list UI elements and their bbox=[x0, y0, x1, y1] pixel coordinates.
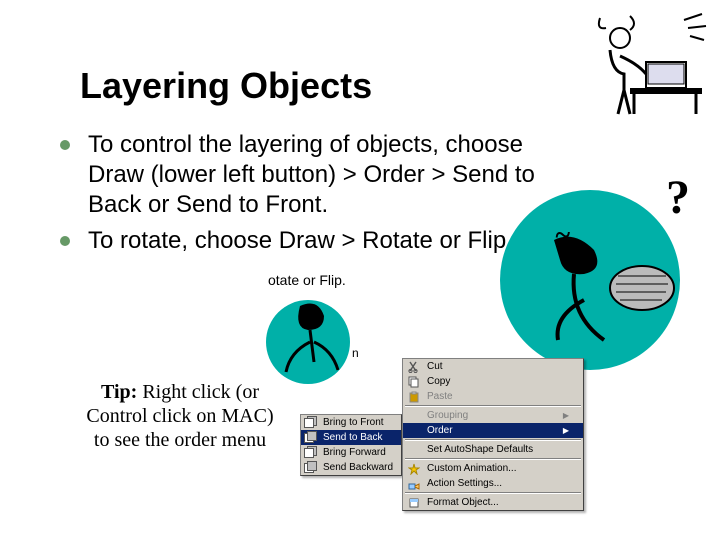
tip-text: Tip: Right click (or Control click on MA… bbox=[80, 380, 280, 452]
menu-item-send-to-back[interactable]: Send to Back bbox=[301, 430, 401, 445]
menu-item-label: Order bbox=[427, 425, 453, 436]
clipart-figure-small bbox=[270, 292, 360, 392]
tip-label: Tip: bbox=[101, 381, 137, 403]
menu-item-set-autoshape-defaults[interactable]: Set AutoShape Defaults bbox=[403, 442, 583, 457]
menu-item-label: Format Object... bbox=[427, 497, 499, 508]
menu-item-copy[interactable]: Copy bbox=[403, 374, 583, 389]
send-backward-icon bbox=[304, 461, 318, 473]
menu-item-custom-animation[interactable]: Custom Animation... bbox=[403, 461, 583, 476]
format-object-icon bbox=[407, 497, 421, 509]
cut-icon bbox=[407, 361, 421, 373]
clipart-figure bbox=[534, 230, 684, 370]
menu-item-cut[interactable]: Cut bbox=[403, 359, 583, 374]
menu-item-label: Action Settings... bbox=[427, 478, 502, 489]
bullet-item: To control the layering of objects, choo… bbox=[60, 130, 580, 220]
clipart-scribble: ? bbox=[666, 170, 690, 225]
person-at-desk-clipart bbox=[590, 10, 710, 115]
copy-icon bbox=[407, 376, 421, 388]
menu-item-label: Paste bbox=[427, 391, 453, 402]
menu-item-label: Bring Forward bbox=[323, 447, 386, 458]
menu-item-bring-to-front[interactable]: Bring to Front bbox=[301, 415, 401, 430]
menu-item-label: Custom Animation... bbox=[427, 463, 516, 474]
menu-item-format-object[interactable]: Format Object... bbox=[403, 495, 583, 510]
send-to-back-icon bbox=[304, 431, 318, 443]
menu-item-label: Set AutoShape Defaults bbox=[427, 444, 533, 455]
caption-fragment-n: n bbox=[352, 346, 359, 360]
menu-item-label: Cut bbox=[427, 361, 443, 372]
bullet-text: To rotate, choose Draw > Rotate or Flip. bbox=[88, 226, 513, 256]
menu-item-grouping[interactable]: Grouping ▶ bbox=[403, 408, 583, 423]
menu-item-bring-forward[interactable]: Bring Forward bbox=[301, 445, 401, 460]
menu-item-label: Send to Back bbox=[323, 432, 382, 443]
menu-item-label: Bring to Front bbox=[323, 417, 384, 428]
menu-item-label: Copy bbox=[427, 376, 450, 387]
bullet-dot-icon bbox=[60, 236, 70, 246]
menu-separator bbox=[405, 439, 581, 441]
menu-separator bbox=[405, 458, 581, 460]
order-submenu[interactable]: Bring to Front Send to Back Bring Forwar… bbox=[300, 414, 402, 476]
slide-title: Layering Objects bbox=[80, 65, 372, 107]
menu-item-send-backward[interactable]: Send Backward bbox=[301, 460, 401, 475]
menu-separator bbox=[405, 405, 581, 407]
custom-animation-icon bbox=[407, 463, 421, 475]
action-settings-icon bbox=[407, 478, 421, 490]
submenu-arrow-icon: ▶ bbox=[563, 411, 569, 420]
bring-forward-icon bbox=[304, 446, 318, 458]
bullet-item: To rotate, choose Draw > Rotate or Flip. bbox=[60, 226, 580, 256]
bullet-list: To control the layering of objects, choo… bbox=[60, 130, 580, 262]
menu-item-label: Grouping bbox=[427, 410, 468, 421]
caption-fragment: otate or Flip. bbox=[268, 272, 346, 288]
bullet-text: To control the layering of objects, choo… bbox=[88, 130, 580, 220]
menu-item-action-settings[interactable]: Action Settings... bbox=[403, 476, 583, 491]
paste-icon bbox=[407, 391, 421, 403]
bring-to-front-icon bbox=[304, 416, 318, 428]
menu-separator bbox=[405, 492, 581, 494]
submenu-arrow-icon: ▶ bbox=[563, 426, 569, 435]
bullet-dot-icon bbox=[60, 140, 70, 150]
menu-item-label: Send Backward bbox=[323, 462, 393, 473]
menu-item-paste[interactable]: Paste bbox=[403, 389, 583, 404]
context-menu[interactable]: Cut Copy Paste Grouping ▶ Order ▶ Set Au… bbox=[402, 358, 584, 511]
menu-item-order[interactable]: Order ▶ bbox=[403, 423, 583, 438]
